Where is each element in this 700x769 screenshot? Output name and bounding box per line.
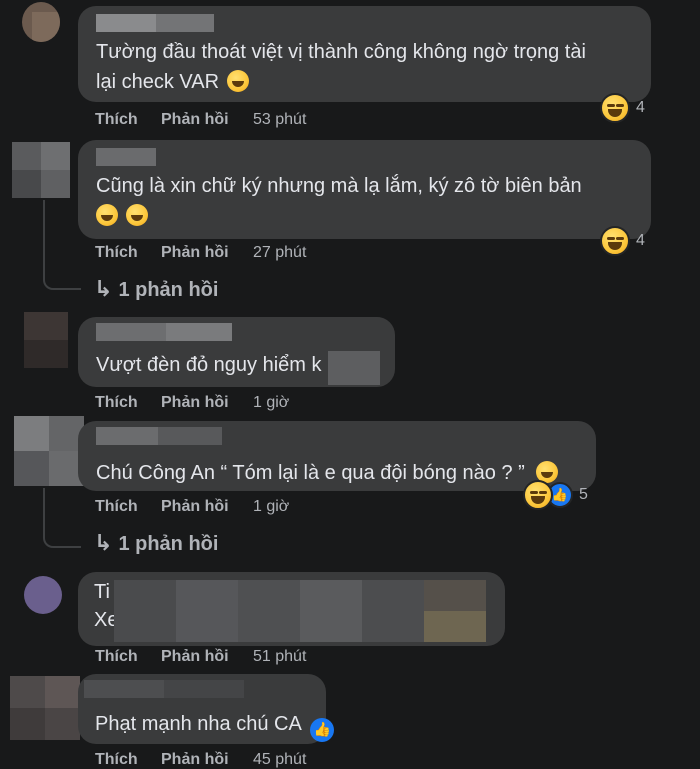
comment-text-line-1: Phạt mạnh nha chú CA 👍 (95, 710, 335, 742)
reply-button[interactable]: Phản hồi (161, 751, 229, 769)
reply-button[interactable]: Phản hồi (161, 648, 229, 666)
view-replies-link[interactable]: ↳ 1 phản hồi (94, 530, 218, 556)
reply-count: 1 phản hồi (118, 279, 219, 301)
avatar[interactable] (24, 576, 62, 614)
reply-count: 1 phản hồi (118, 533, 219, 555)
reaction-summary[interactable]: 4 (600, 226, 645, 256)
comment-5: Ti Xe Thích Phản hồi 51 phút (0, 570, 700, 674)
author-name-blurred[interactable] (96, 148, 156, 166)
comment-text-line-1: Tường đầu thoát việt vị thành công không… (96, 41, 586, 63)
avatar[interactable] (12, 142, 70, 198)
comment-text: lại check VAR (96, 71, 220, 93)
comment-1: Tường đầu thoát việt vị thành công không… (0, 0, 700, 140)
comment-timestamp[interactable]: 45 phút (253, 751, 306, 769)
comment-6: Phạt mạnh nha chú CA 👍 Thích Phản hồi 45… (0, 674, 700, 769)
comment-bubble: Chú Công An “ Tóm lại là e qua đội bóng … (78, 421, 596, 491)
comment-2: Cũng là xin chữ ký nhưng mà lạ lắm, ký z… (0, 138, 700, 308)
avatar[interactable] (24, 312, 68, 368)
comment-text-line-2: lại check VAR (96, 68, 249, 97)
reply-button[interactable]: Phản hồi (161, 244, 229, 262)
reply-button[interactable]: Phản hồi (161, 394, 229, 412)
blurred-content (328, 351, 380, 385)
like-button[interactable]: Thích (95, 394, 138, 412)
reaction-summary[interactable]: 👍 5 (523, 480, 588, 510)
laughing-emoji-icon (523, 480, 553, 510)
comment-bubble: Phạt mạnh nha chú CA 👍 (78, 674, 335, 744)
comment-text-line-1: Chú Công An “ Tóm lại là e qua đội bóng … (96, 459, 559, 488)
crying-laughing-emoji-icon (96, 204, 118, 226)
reaction-count: 4 (636, 99, 645, 116)
comment-3: Vượt đèn đỏ nguy hiểm k Thích Phản hồi 1… (0, 312, 700, 416)
reply-button[interactable]: Phản hồi (161, 498, 229, 516)
comment-text-line-1: Vượt đèn đỏ nguy hiểm k (96, 354, 322, 376)
rofl-emoji-icon (226, 70, 249, 92)
author-name-blurred[interactable] (96, 323, 232, 341)
like-button[interactable]: Thích (95, 498, 138, 516)
comment-timestamp[interactable]: 53 phút (253, 111, 306, 129)
comment-text: Phạt mạnh nha chú CA (95, 713, 301, 735)
comment-bubble: Tường đầu thoát việt vị thành công không… (78, 6, 651, 102)
comment-timestamp[interactable]: 1 giờ (253, 394, 289, 412)
comment-bubble: Ti Xe (78, 572, 505, 646)
reaction-count: 5 (579, 486, 588, 503)
comment-timestamp[interactable]: 27 phút (253, 244, 306, 262)
comment-text-line-1: Cũng là xin chữ ký nhưng mà lạ lắm, ký z… (96, 175, 582, 197)
like-button[interactable]: Thích (95, 111, 138, 129)
thread-connector (43, 200, 81, 290)
reaction-count: 4 (636, 232, 645, 249)
reply-button[interactable]: Phản hồi (161, 111, 229, 129)
reply-arrow-icon: ↳ (94, 276, 113, 301)
like-button[interactable]: Thích (95, 244, 138, 262)
avatar[interactable] (10, 676, 80, 740)
avatar[interactable] (14, 416, 84, 486)
reaction-summary[interactable]: 4 (600, 93, 645, 123)
laughing-emoji-icon (600, 226, 630, 256)
laughing-emoji-icon (600, 93, 630, 123)
comment-text-line-2 (96, 202, 148, 231)
comment-4: Chú Công An “ Tóm lại là e qua đội bóng … (0, 416, 700, 566)
comment-bubble: Cũng là xin chữ ký nhưng mà lạ lắm, ký z… (78, 140, 651, 239)
avatar[interactable] (22, 2, 60, 42)
comment-timestamp[interactable]: 1 giờ (253, 498, 289, 516)
crying-laughing-emoji-icon (125, 204, 148, 226)
thumbs-up-emoji-icon: 👍 (310, 717, 335, 742)
author-name-blurred[interactable] (96, 427, 222, 445)
like-button[interactable]: Thích (95, 751, 138, 769)
like-button[interactable]: Thích (95, 648, 138, 666)
comment-timestamp[interactable]: 51 phút (253, 648, 306, 666)
blurred-content (114, 580, 486, 642)
view-replies-link[interactable]: ↳ 1 phản hồi (94, 276, 218, 302)
reply-arrow-icon: ↳ (94, 530, 113, 555)
author-name-blurred[interactable] (96, 14, 214, 32)
thread-connector (43, 488, 81, 548)
author-name-blurred[interactable] (84, 680, 244, 698)
comment-text: Chú Công An “ Tóm lại là e qua đội bóng … (96, 462, 525, 484)
comment-bubble: Vượt đèn đỏ nguy hiểm k (78, 317, 395, 387)
comment-text-line-1: Ti (94, 581, 110, 603)
